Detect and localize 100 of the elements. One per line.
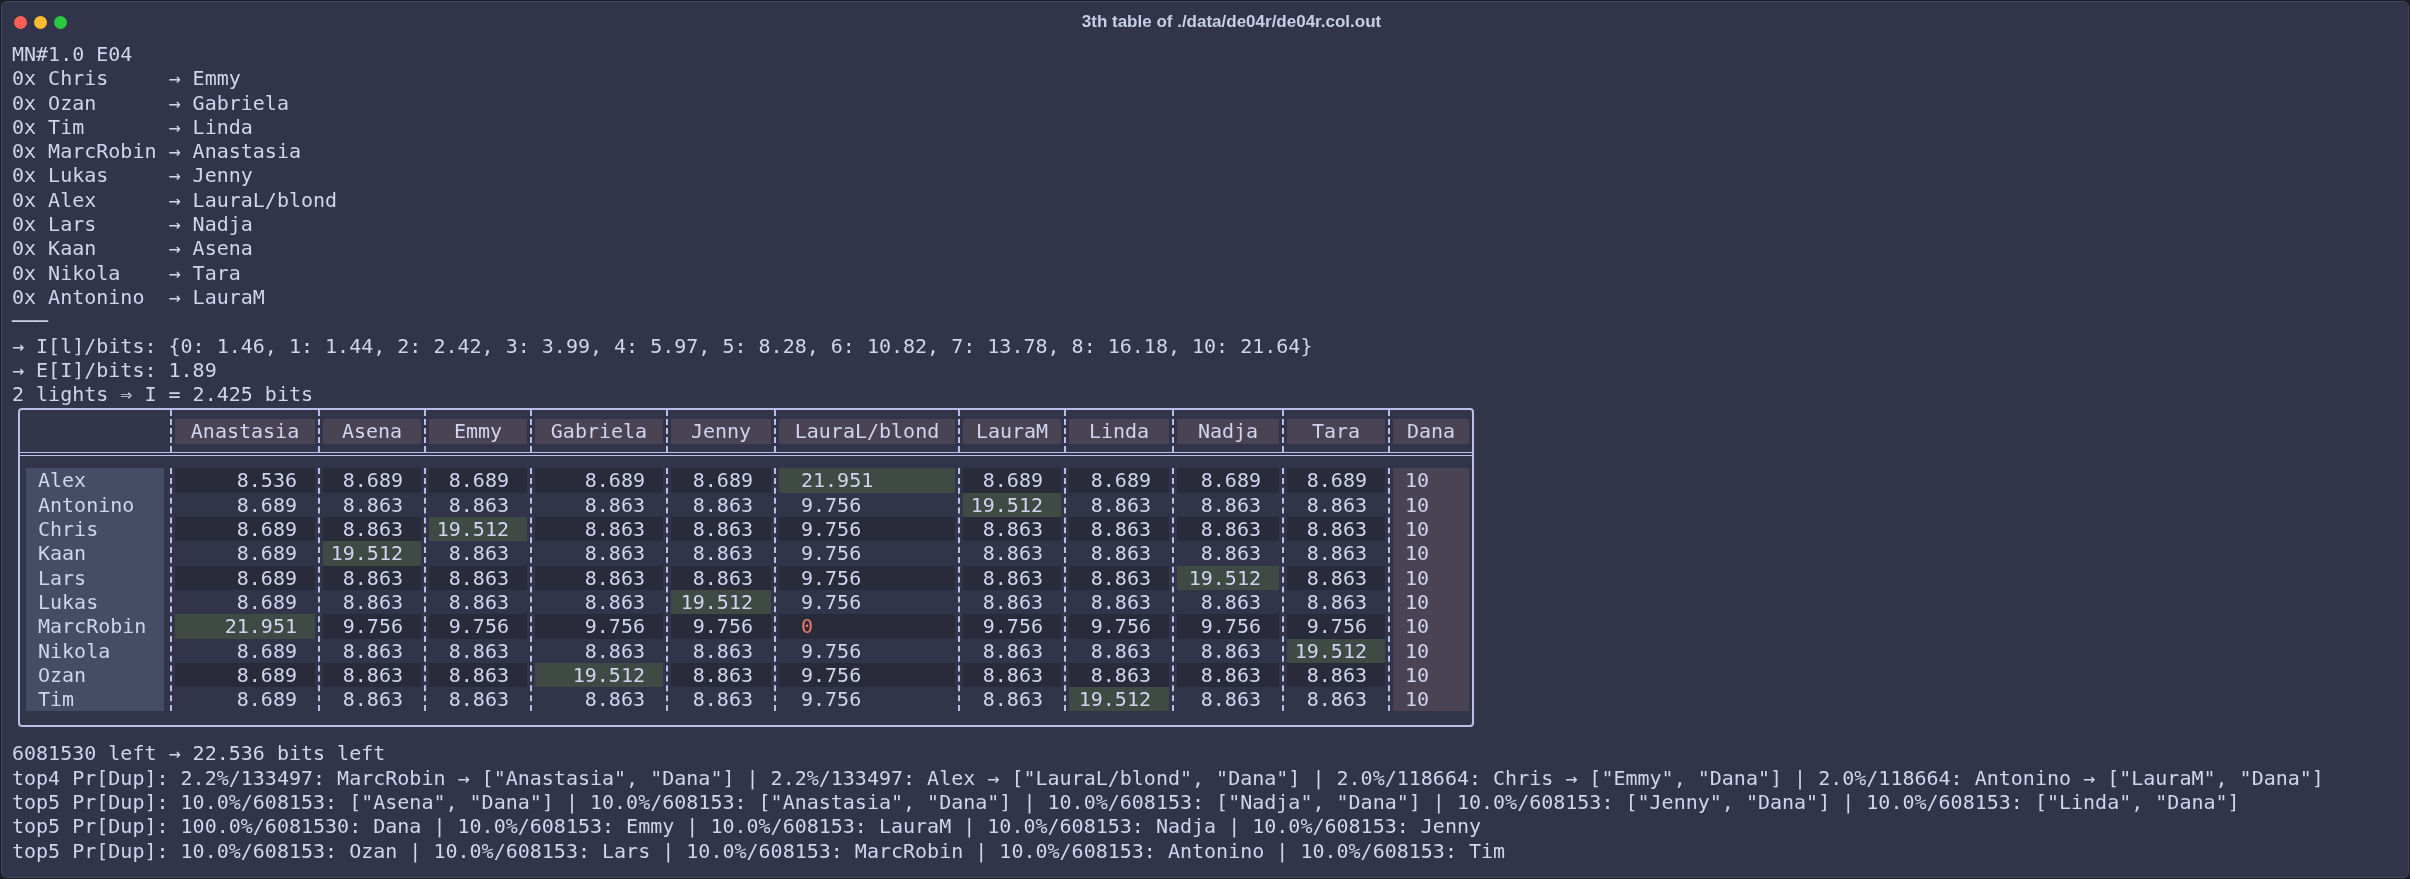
output-line: 0x Alex → LauraL/blond xyxy=(12,187,338,213)
table-cell: 9.756 xyxy=(779,517,955,542)
table-cell: 19.512 xyxy=(1177,565,1279,590)
table-cell: 19.512 xyxy=(429,517,527,542)
table-cell-text: 9.756 xyxy=(800,589,863,615)
output-line: 0x Lars → Nadja xyxy=(12,212,253,237)
table-cell-text: 8.863 xyxy=(1305,492,1368,518)
table-cell-text: 8.689 xyxy=(235,492,298,518)
table-cell-text: 8.863 xyxy=(1199,492,1262,518)
table-cell: 8.863 xyxy=(323,517,421,542)
output-line: → I[l]/bits: {0: 1.46, 1: 1.44, 2: 2.42, 3: 3.99, 4: 5.97, 5: 8.28, 6: 10.82, 7: 13.78, 8: 16.18, 10: 21.64} xyxy=(12,333,1313,358)
table-cell: 9.756 xyxy=(1287,614,1385,639)
table-cell-text: 8.863 xyxy=(583,638,646,663)
table-cell: 8.689 xyxy=(671,468,771,493)
table-cell: 8.689 xyxy=(175,565,315,590)
row-label: Alex xyxy=(37,468,88,493)
row-label: Lukas xyxy=(37,589,100,615)
column-header: LauraM xyxy=(963,418,1061,444)
table-cell: 19.512 xyxy=(323,541,421,566)
column-header: Gabriela xyxy=(535,418,663,444)
table-cell: 8.863 xyxy=(323,565,421,590)
row-label: MarcRobin xyxy=(37,614,148,639)
row-label: Ozan xyxy=(37,662,88,688)
table-cell: 19.512 xyxy=(671,589,771,615)
row-label: Chris xyxy=(37,517,100,542)
table-cell: 21.951 xyxy=(779,468,955,493)
table-cell: 10 xyxy=(1393,517,1469,542)
window-title: 3th table of ./data/de04r/de04r.col.out xyxy=(1081,11,1382,34)
table-cell: 9.756 xyxy=(779,565,955,590)
table-cell-text: 8.863 xyxy=(583,492,646,518)
table-cell: 10 xyxy=(1393,589,1469,615)
table-cell: 8.863 xyxy=(1069,565,1169,590)
table-cell-text: 8.863 xyxy=(691,687,754,712)
column-header: Asena xyxy=(323,418,421,444)
column-header: Emmy xyxy=(429,418,527,444)
table-cell: 8.689 xyxy=(175,517,315,542)
table-cell-text: 8.863 xyxy=(1089,492,1152,518)
column-header: LauraL/blond xyxy=(779,418,955,444)
table-cell-text: 8.863 xyxy=(1305,541,1368,566)
table-cell: 10 xyxy=(1393,492,1469,518)
output-line: top5 Pr[Dup]: 10.0%/608153: Ozan | 10.0%/608153: Lars | 10.0%/608153: MarcRobin | 10.0%/608153: Antonino | 10.0%/608153: Tim xyxy=(12,838,1506,863)
column-header: Linda xyxy=(1069,418,1169,444)
table-cell: 9.756 xyxy=(323,614,421,639)
table-cell-text: 8.863 xyxy=(1089,589,1152,615)
column-header: Anastasia xyxy=(175,418,315,444)
table-cell: 10 xyxy=(1393,614,1469,639)
table-cell: 8.863 xyxy=(535,517,663,542)
table-cell: 9.756 xyxy=(429,614,527,639)
table-cell-text: 8.863 xyxy=(981,589,1044,615)
output-line: 0x Nikola → Tara xyxy=(12,260,241,285)
output-line: 0x Antonino → LauraM xyxy=(12,284,265,310)
output-line: 0x MarcRobin → Anastasia xyxy=(12,139,301,164)
table-cell: 10 xyxy=(1393,662,1469,688)
output-line: 0x Lukas → Jenny xyxy=(12,163,253,188)
table-cell-text: 8.863 xyxy=(691,541,754,566)
table-cell: 9.756 xyxy=(1069,614,1169,639)
table-cell: 8.689 xyxy=(535,468,663,493)
table-cell: 21.951 xyxy=(175,614,315,639)
table-cell: 8.863 xyxy=(671,517,771,542)
table-cell-text: 8.863 xyxy=(447,589,510,615)
table-cell-text: 8.863 xyxy=(1199,589,1262,615)
table-cell: 8.863 xyxy=(1287,517,1385,542)
row-label: Kaan xyxy=(37,541,88,566)
table-cell: 8.689 xyxy=(323,468,421,493)
output-line: MN#1.0 E04 xyxy=(12,42,133,67)
table-cell: 19.512 xyxy=(535,662,663,688)
table-cell: 9.756 xyxy=(671,614,771,639)
table-cell: 10 xyxy=(1393,541,1469,566)
output-line: 0x Kaan → Asena xyxy=(12,236,253,261)
table-cell: 10 xyxy=(1393,468,1469,493)
table-cell: 8.689 xyxy=(963,468,1061,493)
table-cell-text: 9.756 xyxy=(800,492,863,518)
table-cell-text: 8.863 xyxy=(583,687,646,712)
table-cell: 8.863 xyxy=(1177,517,1279,542)
row-label: Tim xyxy=(37,687,76,712)
output-line: top5 Pr[Dup]: 10.0%/608153: ["Asena", "Dana"] | 10.0%/608153: ["Anastasia", "Dana"] | 10.0%/608153: ["Nadja", "Dana"] | 10.0%/608153: ["Jenny", "Dana"] | 10.0%/608153: ["Linda", "Dana"] xyxy=(12,790,2240,815)
table-cell: 8.863 xyxy=(671,662,771,688)
output-line: 0x Chris → Emmy xyxy=(12,66,241,91)
table-cell: 9.756 xyxy=(1177,614,1279,639)
table-cell-text: 8.863 xyxy=(341,589,404,615)
table-cell: 8.863 xyxy=(963,662,1061,688)
table-cell-text: 8.863 xyxy=(1089,638,1152,663)
column-header: Dana xyxy=(1393,418,1469,444)
table-cell: 8.863 xyxy=(323,662,421,688)
table-cell-text: 8.863 xyxy=(1305,687,1368,712)
table-cell: 8.689 xyxy=(1287,468,1385,493)
table-cell: 9.756 xyxy=(535,614,663,639)
table-cell: 8.689 xyxy=(1069,468,1169,493)
table-cell-text: 8.863 xyxy=(981,541,1044,566)
output-line: 0x Ozan → Gabriela xyxy=(12,90,289,115)
table-cell-text: 8.863 xyxy=(341,492,404,518)
table-cell: 19.512 xyxy=(1287,638,1385,663)
table-cell: 8.863 xyxy=(535,565,663,590)
output-line: 6081530 left → 22.536 bits left xyxy=(12,741,386,766)
table-cell: 8.863 xyxy=(963,517,1061,542)
table-cell: 8.863 xyxy=(1069,662,1169,688)
table-cell-text: 8.863 xyxy=(1199,541,1262,566)
table-cell: 8.863 xyxy=(671,565,771,590)
column-header: Jenny xyxy=(671,418,771,444)
output-line: top5 Pr[Dup]: 100.0%/6081530: Dana | 10.0%/608153: Emmy | 10.0%/608153: LauraM | 10.0%/608153: Nadja | 10.0%/608153: Jenny xyxy=(12,814,1481,839)
